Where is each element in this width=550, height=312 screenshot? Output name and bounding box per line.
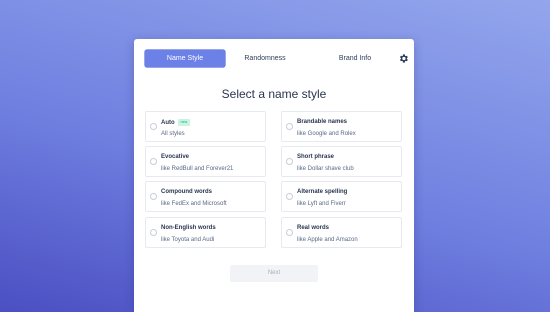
new-badge: new xyxy=(177,119,191,126)
next-button[interactable]: Next xyxy=(230,265,318,282)
tab-name-style[interactable]: Name Style xyxy=(145,50,225,67)
radio-button[interactable] xyxy=(286,158,293,165)
option-title: Non-English words xyxy=(161,225,216,231)
option-auto[interactable]: Auto new All styles xyxy=(145,111,266,142)
gear-icon[interactable] xyxy=(398,53,409,64)
option-real-words[interactable]: Real words like Apple and Amazon xyxy=(281,217,402,248)
option-brandable-names[interactable]: Brandable names like Google and Rolex xyxy=(281,111,402,142)
option-subtitle: like Toyota and Audi xyxy=(161,237,215,243)
tab-bar: Name Style Randomness Brand Info xyxy=(145,50,408,67)
option-subtitle: like Apple and Amazon xyxy=(297,237,358,243)
option-subtitle: like Lyft and Fiverr xyxy=(297,201,346,207)
option-title: Alternate spelling xyxy=(297,189,348,195)
radio-button[interactable] xyxy=(150,193,157,200)
name-style-card: Name Style Randomness Brand Info Select … xyxy=(134,39,414,312)
radio-button[interactable] xyxy=(150,123,157,130)
option-title: Brandable names xyxy=(297,119,348,125)
radio-button[interactable] xyxy=(286,229,293,236)
radio-button[interactable] xyxy=(286,123,293,130)
option-alternate-spelling[interactable]: Alternate spelling like Lyft and Fiverr xyxy=(281,181,402,212)
option-evocative[interactable]: Evocative like RedBull and Forever21 xyxy=(145,146,266,177)
option-subtitle: like RedBull and Forever21 xyxy=(161,166,234,172)
option-subtitle: All styles xyxy=(161,131,185,137)
radio-button[interactable] xyxy=(286,193,293,200)
radio-button[interactable] xyxy=(150,158,157,165)
option-subtitle: like Dollar shave club xyxy=(297,166,354,172)
option-subtitle: like FedEx and Microsoft xyxy=(161,201,227,207)
option-compound-words[interactable]: Compound words like FedEx and Microsoft xyxy=(145,181,266,212)
radio-button[interactable] xyxy=(150,229,157,236)
option-title: Auto new xyxy=(161,119,191,126)
option-title: Compound words xyxy=(161,189,212,195)
page-title: Select a name style xyxy=(221,87,327,101)
tab-brand-info[interactable]: Brand Info xyxy=(320,50,390,67)
option-title: Short phrase xyxy=(297,154,335,160)
option-title: Real words xyxy=(297,225,330,231)
option-title: Evocative xyxy=(161,154,190,160)
tab-randomness[interactable]: Randomness xyxy=(235,50,295,67)
option-subtitle: like Google and Rolex xyxy=(297,131,356,137)
option-non-english-words[interactable]: Non-English words like Toyota and Audi xyxy=(145,217,266,248)
option-short-phrase[interactable]: Short phrase like Dollar shave club xyxy=(281,146,402,177)
